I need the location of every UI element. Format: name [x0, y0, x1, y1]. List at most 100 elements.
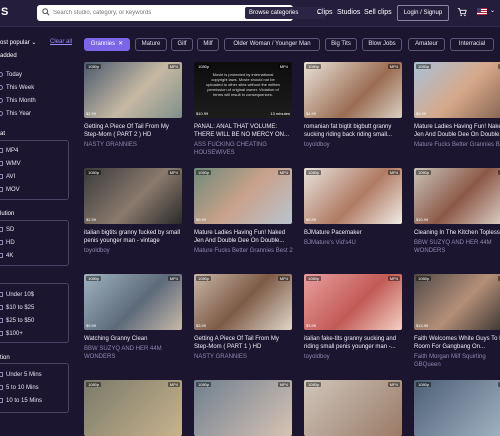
- nav-clips[interactable]: Clips: [317, 9, 333, 16]
- video-title[interactable]: Mature Ladies Having Fun! Naked Jen And …: [414, 123, 500, 139]
- video-title[interactable]: BJMature Pacemaker: [304, 229, 404, 237]
- price-option[interactable]: $25 to $50: [0, 315, 70, 327]
- cart-icon[interactable]: [457, 7, 467, 17]
- duration-option[interactable]: Under 5 Mins: [0, 369, 70, 381]
- video-thumbnail[interactable]: 1080pMP4$9.99: [304, 168, 402, 224]
- added-option[interactable]: Today: [0, 69, 70, 81]
- video-thumbnail[interactable]: 1080pMP4$9.99: [414, 62, 500, 118]
- video-title[interactable]: italian bigtits granny fucked by small p…: [84, 229, 184, 245]
- studio-link[interactable]: Mature Fucks Better Grannies Best 2: [414, 141, 500, 149]
- studio-link[interactable]: ASS FUCKING CHEATING HOUSEWIVES: [194, 141, 294, 157]
- option-label: 5 to 10 Mins: [6, 385, 39, 391]
- chip-interracial[interactable]: Interracial: [450, 38, 494, 51]
- studio-link[interactable]: BBW SUZYQ AND HER 44M WONDERS: [84, 345, 184, 361]
- video-title[interactable]: Getting A Piece Of Tail From My Step-Mom…: [194, 335, 294, 351]
- quality-badge: 1080p: [416, 170, 432, 175]
- studio-link[interactable]: BBW SUZYQ AND HER 44M WONDERS: [414, 239, 500, 255]
- chip-mature[interactable]: Mature: [135, 38, 167, 51]
- radio-icon: [0, 72, 3, 77]
- video-title[interactable]: PANAL: ANAL THAT VOLUME: THERE WILL BE N…: [194, 123, 294, 139]
- studio-link[interactable]: Faith Morgan Milf Squirting GBQueen: [414, 353, 500, 369]
- studio-link[interactable]: toyoldboy: [84, 247, 184, 255]
- format-badge: MP4: [387, 64, 400, 69]
- option-label: This Week: [6, 85, 35, 91]
- chip-big-tits[interactable]: Big Tits: [325, 38, 357, 51]
- studio-link[interactable]: toyoldboy: [304, 141, 404, 149]
- studio-link[interactable]: toyoldboy: [304, 353, 404, 361]
- format-badge: MP4: [277, 64, 290, 69]
- search-bar[interactable]: Browse categories ⌄: [37, 5, 325, 21]
- video-thumbnail[interactable]: 1080p MP4 $2.99: [84, 168, 182, 224]
- format-option[interactable]: AVI: [0, 171, 70, 183]
- video-thumbnail[interactable]: 1080pMP4$10.99: [414, 168, 500, 224]
- video-title[interactable]: romanian fat bigtit bigbutt granny sucki…: [304, 123, 404, 139]
- resolution-option[interactable]: HD: [0, 237, 70, 249]
- radio-icon: [0, 85, 3, 90]
- video-thumbnail[interactable]: 1080p MP4 $2.99: [84, 62, 182, 118]
- duration-label: 13 minutes: [270, 111, 290, 116]
- close-icon[interactable]: ✕: [118, 41, 123, 47]
- video-thumbnail[interactable]: 1080pMP4: [194, 380, 292, 436]
- login-signup-button[interactable]: Login / Signup: [397, 5, 449, 21]
- video-title[interactable]: Faith Welcomes White Guys To Hotel Room …: [414, 335, 500, 351]
- option-label: WMV: [6, 161, 21, 167]
- site-logo[interactable]: S: [1, 6, 8, 18]
- format-badge: MP4: [387, 382, 400, 387]
- price-option[interactable]: $100+: [0, 328, 70, 340]
- price-option[interactable]: $10 to $25: [0, 302, 70, 314]
- quality-badge: 1080p: [416, 276, 432, 281]
- video-thumbnail[interactable]: 1080p MP4 $3.99: [304, 274, 402, 330]
- nav-sell-clips[interactable]: Sell clips: [364, 9, 392, 16]
- video-thumbnail[interactable]: 1080p MP4 $4.99: [304, 62, 402, 118]
- option-label: AVI: [6, 174, 16, 180]
- chevron-down-icon[interactable]: ⌄: [490, 7, 495, 14]
- studio-link[interactable]: NASTY GRANNIES: [194, 353, 294, 361]
- studio-link[interactable]: BJMature's Vid's4U: [304, 239, 404, 247]
- video-thumbnail[interactable]: 1080pMP4: [84, 380, 182, 436]
- resolution-option[interactable]: SD: [0, 224, 70, 236]
- studio-link[interactable]: NASTY GRANNIES: [84, 141, 184, 149]
- search-input[interactable]: [53, 6, 203, 20]
- option-label: This Month: [6, 98, 36, 104]
- video-title[interactable]: Mature Ladies Having Fun! Naked Jen And …: [194, 229, 294, 245]
- added-option[interactable]: This Month: [0, 95, 70, 107]
- video-thumbnail[interactable]: 1080pMP4$14.99: [414, 274, 500, 330]
- chip-milf[interactable]: Milf: [197, 38, 219, 51]
- studio-link[interactable]: Mature Fucks Better Grannies Best 2: [194, 247, 294, 255]
- checkbox-icon: [0, 253, 3, 258]
- browse-categories-dropdown[interactable]: Browse categories ⌄: [245, 7, 325, 19]
- price-label: $9.99: [306, 217, 317, 222]
- video-thumbnail[interactable]: 1080pMP4$9.99: [194, 168, 292, 224]
- clear-all-link[interactable]: Clear all: [50, 39, 72, 45]
- nav-studios[interactable]: Studios: [337, 9, 360, 16]
- format-badge: MP4: [167, 64, 180, 69]
- chip-blow-jobs[interactable]: Blow Jobs: [362, 38, 402, 51]
- video-thumbnail[interactable]: Movie is protected by international copy…: [194, 62, 292, 118]
- format-option[interactable]: MOV: [0, 184, 70, 196]
- chip-gilf[interactable]: Gilf: [171, 38, 193, 51]
- chip-amateur[interactable]: Amateur: [408, 38, 445, 51]
- chip-label: Grannies: [90, 41, 116, 47]
- chip-grannies-active[interactable]: Grannies ✕: [84, 38, 130, 51]
- duration-option[interactable]: 10 to 15 Mins: [0, 395, 70, 407]
- format-option[interactable]: MP4: [0, 145, 70, 157]
- format-badge: MP4: [387, 276, 400, 281]
- format-option[interactable]: WMV: [0, 158, 70, 170]
- price-option[interactable]: Under 10$: [0, 289, 70, 301]
- chip-older-woman-younger-man[interactable]: Older Woman / Younger Man: [224, 38, 320, 51]
- us-flag-icon[interactable]: [477, 8, 487, 15]
- video-title[interactable]: italian fake-tits granny sucking and rid…: [304, 335, 404, 351]
- video-title[interactable]: Watching Granny Clean: [84, 335, 184, 343]
- video-thumbnail[interactable]: 1080pMP4: [414, 380, 500, 436]
- sort-dropdown[interactable]: ost popular ⌄: [0, 39, 36, 46]
- video-thumbnail[interactable]: 1080pMP4: [304, 380, 402, 436]
- video-title[interactable]: Cleaning In The Kitchen Topless: [414, 229, 500, 237]
- resolution-option[interactable]: 4K: [0, 250, 70, 262]
- added-option[interactable]: This Year: [0, 108, 70, 120]
- video-thumbnail[interactable]: 1080pMP4$9.99: [84, 274, 182, 330]
- duration-option[interactable]: 5 to 10 Mins: [0, 382, 70, 394]
- format-badge: MP4: [167, 170, 180, 175]
- video-title[interactable]: Getting A Piece Of Tail From My Step-Mom…: [84, 123, 184, 139]
- video-thumbnail[interactable]: 1080p MP4 $3.99: [194, 274, 292, 330]
- added-option[interactable]: This Week: [0, 82, 70, 94]
